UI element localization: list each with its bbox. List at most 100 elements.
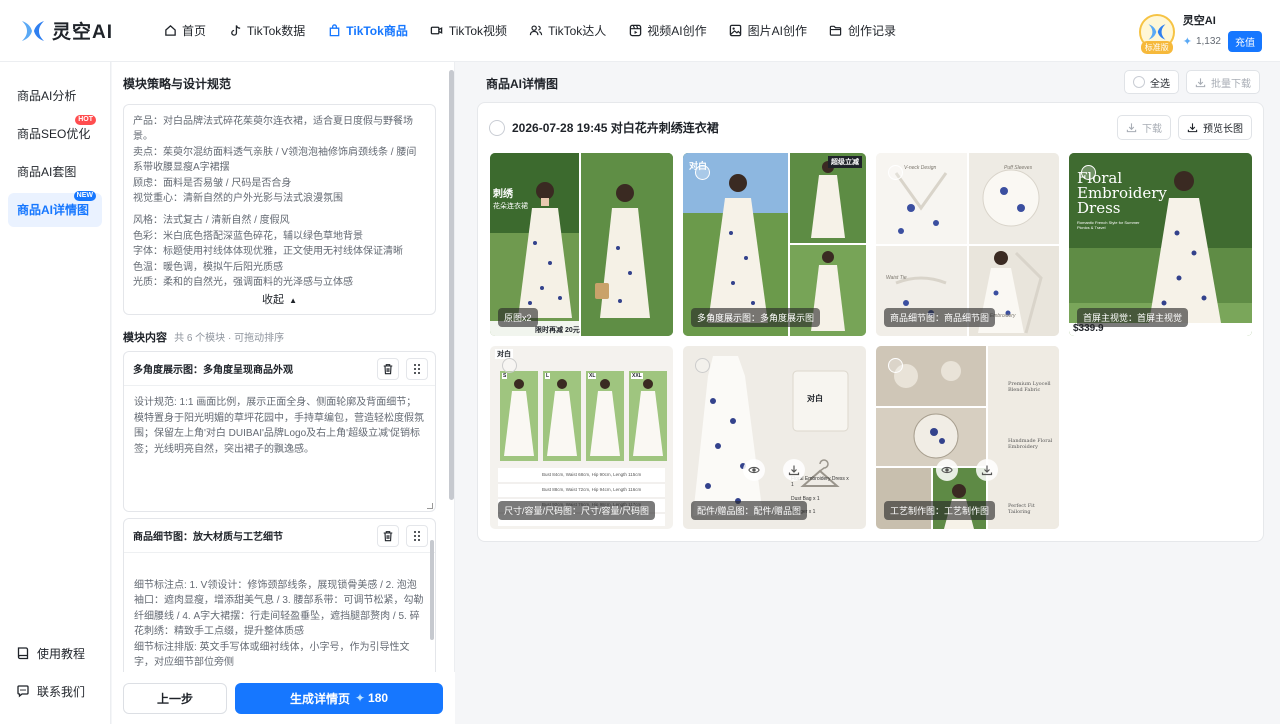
image-label: 首屏主视觉：首屏主视觉: [1077, 308, 1189, 327]
modules-title: 模块内容: [123, 332, 167, 344]
nav-image-ai-creation[interactable]: 图片AI创作: [718, 0, 818, 62]
image-select-radio[interactable]: [695, 165, 710, 180]
result-image-accessories[interactable]: 对白 Floral Embroidery Dress x 1 Dust Bag …: [683, 346, 866, 529]
drag-handle[interactable]: [406, 357, 428, 380]
nav-home[interactable]: 首页: [152, 0, 217, 62]
main-actions: 全选 批量下载: [1117, 70, 1260, 94]
tutorial-link[interactable]: 使用教程: [16, 634, 85, 672]
download-button[interactable]: 下载: [1117, 115, 1171, 140]
result-image-hero[interactable]: Floral Embroidery Dress Romantic French …: [1069, 153, 1252, 336]
tiktok-icon: [228, 24, 242, 38]
nav-label: TikTok达人: [548, 24, 607, 38]
strategy-line: 色彩：米白底色搭配深蓝色碎花，辅以绿色草地背景: [133, 230, 363, 242]
nav-creation-records[interactable]: 创作记录: [818, 0, 907, 62]
size-tag: XL: [588, 373, 597, 379]
panel-scrollbar[interactable]: [449, 70, 454, 500]
recharge-button[interactable]: 充值: [1228, 31, 1262, 52]
image-download-icon[interactable]: [976, 459, 998, 481]
result-image-details[interactable]: V-neck Design Puff Sleeves Waist Tie Flo…: [876, 153, 1059, 336]
trash-icon: [383, 530, 393, 541]
module-description-textarea[interactable]: 设计规范: 1:1 画面比例，展示正面全身、侧面轮廓及背面细节；模特置身于阳光明…: [124, 386, 435, 511]
image-select-radio[interactable]: [502, 358, 517, 373]
textarea-scrollbar[interactable]: [430, 540, 434, 640]
strategy-line: 卖点：茱萸尔混纺面料透气亲肤 / V领泡泡袖修饰肩颈线条 / 腰间系带收腰显瘦A…: [133, 146, 417, 174]
select-all-radio: [1133, 76, 1145, 88]
contact-label: 联系我们: [37, 684, 86, 699]
batch-download-button[interactable]: 批量下载: [1186, 70, 1260, 94]
collapse-button[interactable]: 收起 ▲: [124, 291, 435, 307]
result-title: 2026-07-28 19:45 对白花卉刺绣连衣裙: [512, 121, 719, 135]
nav-tiktok-creators[interactable]: TikTok达人: [518, 0, 617, 62]
generate-detail-page-button[interactable]: 生成详情页 ✦ 180: [235, 682, 443, 714]
result-image-size-chart[interactable]: 对白 S L XL XXL Bust 84cm, Waist 68cm, Hip…: [490, 346, 673, 529]
brand-logo-text: 对白: [807, 394, 823, 403]
sidebar-item-product-ai-analysis[interactable]: 商品AI分析: [8, 79, 102, 113]
sidebar-item-product-ai-detail[interactable]: 商品AI详情图 NEW: [8, 191, 102, 227]
batch-download-label: 批量下载: [1211, 78, 1251, 90]
strategy-line: 顾虑：面料是否易皱 / 尺码是否合身: [133, 177, 292, 189]
detail-annotation: Puff Sleeves: [1004, 165, 1033, 171]
drag-handle[interactable]: [406, 524, 428, 547]
preview-label: 预览长图: [1203, 124, 1243, 135]
logo-text: 灵空AI: [52, 22, 114, 43]
logo[interactable]: 灵空AI: [20, 17, 140, 44]
result-image-original[interactable]: 刺绣 花朵连衣裙 限时再减 20元 原图x2: [490, 153, 673, 336]
module-card[interactable]: 商品细节图：放大材质与工艺细节 细节标注点: 1. V领设计：修饰颈部线条，展现…: [123, 518, 436, 672]
module-card[interactable]: 多角度展示图：多角度呈现商品外观 设计规范: 1:1 画面比例，展示正面全身、侧…: [123, 351, 436, 512]
nav-label: TikTok视频: [448, 24, 508, 38]
preview-eye-icon[interactable]: [743, 459, 765, 481]
image-label: 商品细节图：商品细节图: [884, 308, 996, 327]
preview-long-image-button[interactable]: 预览长图: [1178, 115, 1252, 140]
module-name: 商品细节图：放大材质与工艺细节: [133, 532, 283, 543]
resize-handle[interactable]: [427, 503, 433, 509]
result-image-craftsmanship[interactable]: Premium Lyocell Blend Fabric Handmade Fl…: [876, 346, 1059, 529]
strategy-line: 产品：对白品牌法式碎花茱萸尔连衣裙，适合夏日度假与野餐场景。: [133, 116, 413, 143]
delete-module-button[interactable]: [377, 357, 399, 380]
hot-badge: HOT: [75, 115, 96, 125]
sidebar-item-product-ai-set[interactable]: 商品AI套图: [8, 155, 102, 189]
collapse-label: 收起: [262, 294, 284, 306]
image-label: 多角度展示图：多角度展示图: [691, 308, 821, 327]
image-select-radio[interactable]: [1081, 165, 1096, 180]
size-tag: S: [502, 373, 508, 379]
panel-footer: 上一步 生成详情页 ✦ 180: [112, 672, 455, 724]
result-select-radio[interactable]: [489, 119, 505, 136]
nav-label: TikTok商品: [346, 24, 408, 38]
size-row: Bust 88cm, Waist 72cm, Hip 94cm, Length …: [542, 487, 642, 492]
image-select-radio[interactable]: [888, 165, 903, 180]
select-all-button[interactable]: 全选: [1124, 70, 1179, 94]
craft-annotation: Premium Lyocell Blend Fabric: [1008, 381, 1051, 393]
select-all-label: 全选: [1150, 78, 1170, 90]
nav-tiktok-products[interactable]: TikTok商品: [316, 0, 419, 62]
drag-dots-icon: [414, 530, 420, 541]
sidebar-item-label: 商品AI套图: [17, 165, 77, 179]
nav-label: 图片AI创作: [747, 24, 807, 38]
module-description-textarea[interactable]: 细节标注点: 1. V领设计：修饰颈部线条，展现锁骨美感 / 2. 泡泡袖口：遮…: [124, 553, 435, 672]
sidebar-item-product-seo[interactable]: 商品SEO优化 HOT: [8, 115, 102, 151]
user-profile: 标准版 灵空AI ✦ 1,132 充值: [1138, 12, 1262, 54]
preview-eye-icon[interactable]: [936, 459, 958, 481]
image-label: 尺寸/容量/尺码图：尺寸/容量/尺码图: [498, 501, 656, 520]
nav-label: 首页: [182, 24, 207, 38]
image-select-radio[interactable]: [695, 358, 710, 373]
previous-step-button[interactable]: 上一步: [123, 682, 227, 714]
delete-module-button[interactable]: [377, 524, 399, 547]
detail-annotation: V-neck Design: [904, 165, 937, 171]
image-label: 配件/赠品图：配件/赠品图: [691, 501, 808, 520]
avatar[interactable]: 标准版: [1138, 14, 1175, 54]
result-image-multi-angle[interactable]: 对白 超级立减 多角度展示图：多角度展示图: [683, 153, 866, 336]
strategy-line: 字体：标题使用衬线体体现优雅，正文使用无衬线体保证清晰: [133, 246, 403, 258]
nav-tiktok-videos[interactable]: TikTok视频: [419, 0, 518, 62]
nav-video-ai-creation[interactable]: 视频AI创作: [617, 0, 717, 62]
sparkle-icon: ✦: [1182, 36, 1192, 48]
image-download-icon[interactable]: [783, 459, 805, 481]
promo-tag: 超级立减: [828, 156, 862, 168]
nav-label: 创作记录: [847, 24, 896, 38]
contact-link[interactable]: 联系我们: [16, 672, 85, 710]
nav-tiktok-data[interactable]: TikTok数据: [217, 0, 316, 62]
download-label: 下载: [1142, 124, 1162, 135]
image-select-radio[interactable]: [888, 358, 903, 373]
module-config-scroll[interactable]: 模块策略与设计规范 产品：对白品牌法式碎花茱萸尔连衣裙，适合夏日度假与野餐场景。…: [112, 62, 455, 672]
strategy-line: 视觉重心：清新自然的户外光影与法式浪漫氛围: [133, 193, 343, 205]
module-config-panel: 模块策略与设计规范 产品：对白品牌法式碎花茱萸尔连衣裙，适合夏日度假与野餐场景。…: [112, 62, 455, 724]
